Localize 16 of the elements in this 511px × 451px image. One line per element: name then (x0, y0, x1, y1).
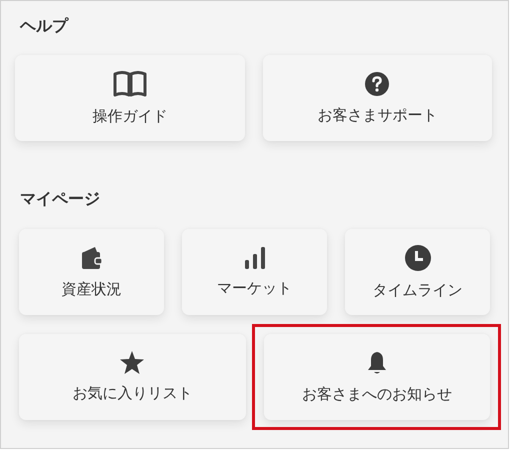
menu-card[interactable]: マーケット (182, 229, 327, 315)
book-icon (112, 70, 147, 96)
bar-chart-icon (244, 246, 264, 268)
menu-card[interactable]: お客さまサポート (262, 55, 492, 141)
menu-card[interactable]: お気に入りリスト (19, 334, 246, 420)
star-icon (120, 351, 144, 374)
menu-card[interactable]: お客さまへのお知らせ (264, 334, 490, 420)
help-icon (365, 72, 390, 96)
section-title: ヘルプ (20, 15, 70, 37)
menu-card[interactable]: 操作ガイド (15, 55, 244, 141)
clock-icon (404, 244, 430, 270)
section-title: マイページ (20, 188, 101, 210)
menu-card[interactable]: 資産状況 (19, 229, 164, 315)
bell-icon (366, 350, 387, 374)
wallet-icon (80, 246, 102, 270)
menu-card[interactable]: タイムライン (345, 229, 490, 315)
